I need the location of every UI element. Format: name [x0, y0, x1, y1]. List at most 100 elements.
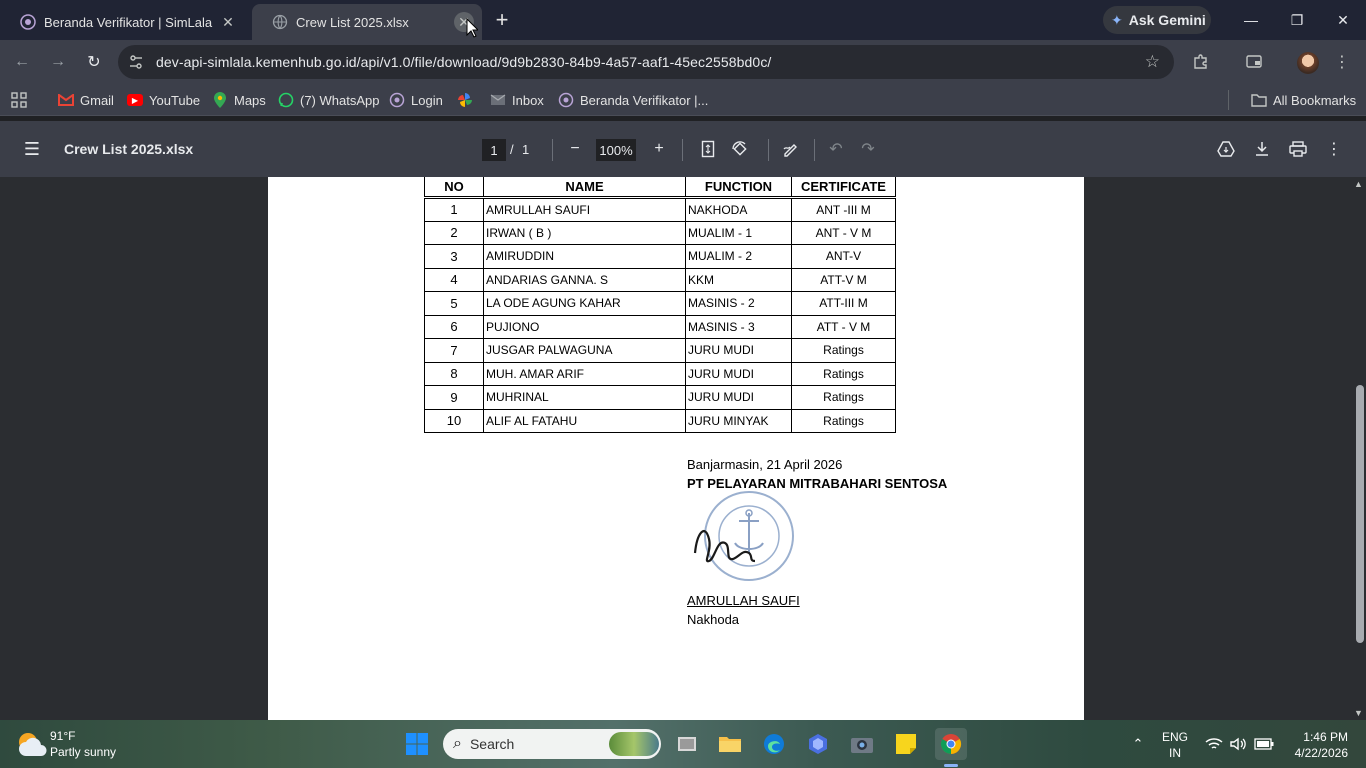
windows-taskbar: 91°F Partly sunny ⌕ Search ⌃ ENG IN 1:46… — [0, 720, 1366, 768]
bookmarks-bar: Gmail ▶ YouTube Maps (7) WhatsApp Login … — [0, 84, 1366, 116]
reload-icon[interactable]: ↻ — [82, 50, 106, 74]
bookmark-pinwheel[interactable] — [457, 90, 479, 110]
language-code: ENG — [1162, 730, 1189, 744]
page-number-input[interactable]: 1 — [482, 139, 506, 161]
annotate-pen-icon[interactable] — [779, 137, 803, 161]
bookmark-login[interactable]: Login — [389, 90, 443, 110]
bookmark-maps[interactable]: Maps — [212, 90, 266, 110]
print-icon[interactable] — [1286, 137, 1310, 161]
show-hidden-icons-icon[interactable]: ⌃ — [1128, 720, 1148, 768]
table-header-row: NO NAME FUNCTION CERTIFICATE — [424, 177, 896, 199]
cast-media-icon[interactable] — [1242, 50, 1266, 74]
tab-crew-list[interactable]: Crew List 2025.xlsx ✕ — [252, 4, 482, 40]
battery-icon[interactable] — [1253, 720, 1275, 768]
cell-name: JUSGAR PALWAGUNA — [483, 338, 686, 363]
bookmark-beranda-verifikator[interactable]: Beranda Verifikator |... — [558, 90, 708, 110]
taskbar-search[interactable]: ⌕ Search — [443, 729, 661, 759]
camera-app-icon[interactable] — [846, 728, 878, 760]
scroll-down-icon[interactable]: ▼ — [1354, 708, 1363, 718]
cell-certificate: ATT-III M — [791, 291, 896, 316]
toolbar-divider — [552, 139, 553, 161]
undo-icon[interactable]: ↶ — [824, 137, 848, 161]
bookmark-star-icon[interactable]: ☆ — [1145, 52, 1160, 72]
cell-certificate: ATT - V M — [791, 314, 896, 339]
all-bookmarks[interactable]: All Bookmarks — [1228, 90, 1356, 110]
zoom-out-icon[interactable]: − — [563, 137, 587, 161]
drive-save-icon[interactable] — [1214, 137, 1238, 161]
wifi-icon[interactable] — [1204, 720, 1224, 768]
apps-grid-icon[interactable] — [10, 90, 28, 110]
input-language[interactable]: ENG IN — [1162, 729, 1188, 761]
table-row: 2 IRWAN ( B ) MUALIM - 1 ANT - V M — [424, 220, 896, 245]
ask-gemini-button[interactable]: ✦ Ask Gemini — [1103, 6, 1211, 34]
minimize-icon[interactable]: — — [1228, 0, 1274, 40]
forward-arrow-icon[interactable]: → — [46, 50, 70, 74]
pinwheel-icon — [457, 92, 473, 108]
address-bar[interactable]: dev-api-simlala.kemenhub.go.id/api/v1.0/… — [118, 45, 1174, 79]
ask-gemini-label: Ask Gemini — [1128, 12, 1206, 28]
back-arrow-icon[interactable]: ← — [10, 50, 34, 74]
scroll-up-icon[interactable]: ▲ — [1354, 179, 1363, 189]
weather-sun-cloud-icon[interactable] — [14, 728, 48, 762]
redo-icon[interactable]: ↷ — [856, 137, 880, 161]
cell-no: 3 — [424, 244, 484, 269]
tab-title: Beranda Verifikator | SimLala — [44, 14, 213, 30]
site-info-icon[interactable] — [122, 48, 150, 76]
sidebar-menu-icon[interactable]: ☰ — [20, 137, 44, 161]
all-bookmarks-label: All Bookmarks — [1273, 92, 1357, 108]
vertical-scrollbar[interactable]: ▲ ▼ — [1352, 177, 1366, 720]
fit-page-icon[interactable] — [696, 137, 720, 161]
tab-simlala[interactable]: Beranda Verifikator | SimLala ✕ — [0, 4, 246, 40]
extensions-icon[interactable] — [1189, 50, 1213, 74]
table-row: 3 AMIRUDDIN MUALIM - 2 ANT-V — [424, 244, 896, 269]
close-tab-icon[interactable]: ✕ — [218, 12, 238, 32]
more-menu-icon[interactable]: ⋮ — [1330, 50, 1354, 74]
place-date: Banjarmasin, 21 April 2026 — [687, 457, 843, 472]
simlala-icon — [558, 92, 574, 108]
new-tab-icon[interactable]: + — [490, 7, 514, 32]
copilot-app-icon[interactable] — [802, 728, 834, 760]
system-clock[interactable]: 1:46 PM 4/22/2026 — [1290, 729, 1348, 761]
pdf-document-area[interactable]: NO NAME FUNCTION CERTIFICATE 1 AMRULLAH S… — [0, 177, 1366, 720]
close-window-icon[interactable]: ✕ — [1320, 0, 1366, 40]
signatory-name: AMRULLAH SAUFI — [687, 593, 800, 608]
profile-avatar[interactable] — [1297, 52, 1319, 74]
restore-icon[interactable]: ❐ — [1274, 0, 1320, 40]
cell-name: IRWAN ( B ) — [483, 220, 686, 245]
bookmark-inbox[interactable]: Inbox — [490, 90, 544, 110]
volume-icon[interactable] — [1228, 720, 1248, 768]
task-view-icon[interactable] — [671, 728, 703, 760]
rotate-icon[interactable] — [728, 137, 752, 161]
chrome-app-icon[interactable] — [935, 728, 967, 760]
bookmark-youtube[interactable]: ▶ YouTube — [127, 90, 200, 110]
pdf-more-icon[interactable]: ⋮ — [1322, 137, 1346, 161]
bookmark-label: (7) WhatsApp — [300, 92, 380, 108]
weather-description: Partly sunny — [50, 745, 117, 759]
cell-name: MUH. AMAR ARIF — [483, 361, 686, 386]
gmail-icon — [58, 92, 74, 108]
zoom-in-icon[interactable]: + — [647, 137, 671, 161]
windows-start-icon[interactable] — [401, 728, 433, 760]
edge-browser-icon[interactable] — [758, 728, 790, 760]
cell-name: ALIF AL FATAHU — [483, 408, 686, 433]
download-icon[interactable] — [1250, 137, 1274, 161]
sticky-notes-icon[interactable] — [890, 728, 922, 760]
cell-function: MASINIS - 2 — [685, 291, 792, 316]
cell-certificate: ANT - V M — [791, 220, 896, 245]
scrollbar-thumb[interactable] — [1356, 385, 1364, 643]
search-highlight-image — [609, 732, 659, 756]
table-row: 7 JUSGAR PALWAGUNA JURU MUDI Ratings — [424, 338, 896, 363]
cell-no: 9 — [424, 385, 484, 410]
table-row: 9 MUHRINAL JURU MUDI Ratings — [424, 385, 896, 410]
clock-time: 1:46 PM — [1303, 730, 1348, 744]
zoom-level-input[interactable]: 100% — [596, 139, 636, 161]
file-explorer-icon[interactable] — [714, 728, 746, 760]
bookmark-whatsapp[interactable]: (7) WhatsApp — [278, 90, 379, 110]
bookmark-gmail[interactable]: Gmail — [58, 90, 114, 110]
cell-function: JURU MINYAK — [685, 408, 792, 433]
cell-certificate: ATT-V M — [791, 267, 896, 292]
cell-function: MUALIM - 1 — [685, 220, 792, 245]
cell-name: LA ODE AGUNG KAHAR — [483, 291, 686, 316]
maps-icon — [212, 92, 228, 108]
login-icon — [389, 92, 405, 108]
